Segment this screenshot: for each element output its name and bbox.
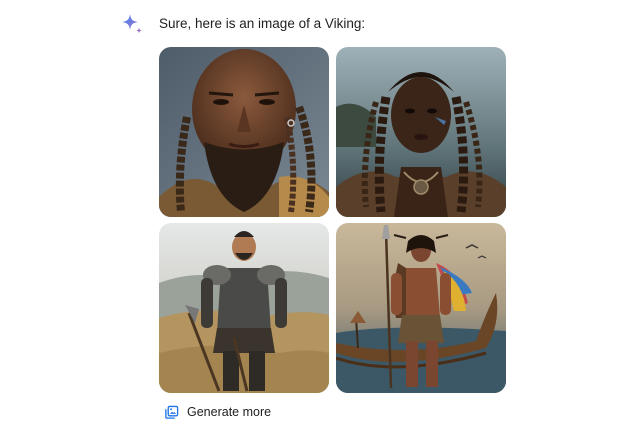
generated-image-4[interactable]	[336, 223, 506, 393]
generated-image-3[interactable]	[159, 223, 329, 393]
sparkle-icon	[119, 12, 145, 38]
generate-more-button[interactable]: Generate more	[160, 401, 275, 423]
generated-image-2[interactable]	[336, 47, 506, 217]
chat-response: Sure, here is an image of a Viking: Gene…	[0, 0, 640, 440]
generated-image-1[interactable]	[159, 47, 329, 217]
image-stack-icon	[164, 405, 179, 420]
generated-image-grid	[159, 47, 506, 393]
generate-more-label: Generate more	[187, 405, 272, 419]
response-text: Sure, here is an image of a Viking:	[159, 16, 366, 31]
